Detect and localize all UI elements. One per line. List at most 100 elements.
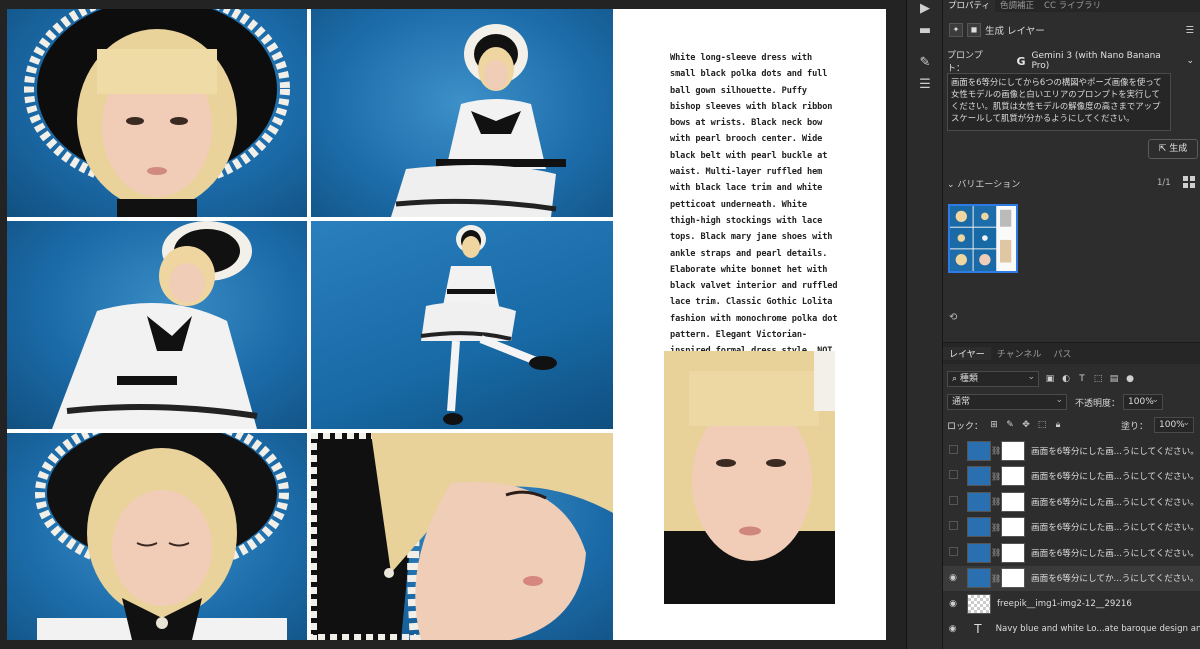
lock-position-icon[interactable]: ✥ xyxy=(1021,420,1031,430)
link-icon[interactable]: ⛓ xyxy=(991,523,1001,532)
blend-row: 通常 不透明度： 100% xyxy=(947,393,1194,411)
variations-header[interactable]: ⌄ バリエーション xyxy=(947,177,1020,190)
generate-label: 生成 xyxy=(1169,144,1188,154)
layer-name: 画面を6等分にした画...うにしてください。 xyxy=(1031,497,1199,508)
grid-view-icon[interactable] xyxy=(1183,176,1195,188)
comment-icon[interactable]: ▬ xyxy=(916,22,934,40)
eye-hidden-icon[interactable] xyxy=(943,496,963,508)
chevron-down-icon: ⌄ xyxy=(947,180,955,190)
image-filter-icon[interactable]: ▣ xyxy=(1045,374,1055,384)
layer-mask-thumbnail[interactable] xyxy=(1001,440,1025,461)
layer-name: 画面を6等分にしてか...うにしてください。 xyxy=(1031,574,1199,584)
layer-thumbnail xyxy=(967,542,991,563)
lock-transparent-icon[interactable]: ⊞ xyxy=(989,420,999,430)
layer-mask-thumbnail[interactable] xyxy=(1001,568,1025,588)
layer-thumbnail xyxy=(967,568,991,588)
layer-row[interactable]: ⛓ 画面を6等分にした画...うにしてください。 xyxy=(943,515,1200,540)
type-filter-icon[interactable]: T xyxy=(1077,374,1087,384)
layer-row[interactable]: ⛓ 画面を6等分にした画...うにしてください。 xyxy=(943,540,1200,565)
layer-kind-select[interactable]: ⌕ 種類 xyxy=(947,370,1039,387)
layer-name: 画面を6等分にした画...うにしてください。 xyxy=(1031,523,1199,533)
photo-profile-closeup xyxy=(311,433,613,640)
layer-filter-row: ⌕ 種類 ▣ ◐ T ⬚ ▤ ● xyxy=(947,370,1194,388)
photo-portrait-closeup xyxy=(7,9,307,217)
variations-label: バリエーション xyxy=(957,180,1021,190)
opacity-input[interactable]: 100% xyxy=(1123,393,1164,410)
outfit-prompt-text: White long-sleeve dress with small black… xyxy=(670,53,838,389)
layer-mask-thumbnail[interactable] xyxy=(1001,491,1025,512)
layer-row[interactable]: ◉ ⛓ 画面を6等分にしてか...うにしてください。 xyxy=(943,565,1200,591)
generative-layer-label: 生成 レイヤー xyxy=(985,26,1045,37)
document-canvas[interactable]: White long-sleeve dress with small black… xyxy=(7,9,886,640)
model-name: Gemini 3 (with Nano Banana Pro) xyxy=(1031,51,1161,71)
eye-icon[interactable]: ◉ xyxy=(943,573,963,583)
eye-hidden-icon[interactable] xyxy=(943,547,963,559)
layer-name: freepik__img1-img2-12__29216 xyxy=(997,598,1132,609)
link-icon[interactable]: ⛓ xyxy=(991,574,1001,583)
tab-paths[interactable]: パス xyxy=(1047,347,1077,360)
text-layer-icon: T xyxy=(974,622,982,636)
link-icon[interactable]: ⛓ xyxy=(991,472,1001,481)
layer-thumbnail xyxy=(967,440,991,461)
layers-tabs: レイヤー チャンネル パス xyxy=(943,342,1200,364)
layer-mask-thumbnail[interactable] xyxy=(1001,517,1025,537)
layer-row[interactable]: ◉ T Navy blue and white Lo...ate baroque d… xyxy=(943,617,1200,642)
eye-hidden-icon[interactable] xyxy=(943,445,963,457)
link-icon[interactable]: ⛓ xyxy=(991,446,1001,455)
layer-thumbnail xyxy=(967,491,991,512)
adjust-icon[interactable]: ☰ xyxy=(916,76,934,94)
eye-icon[interactable]: ◉ xyxy=(943,599,963,609)
fill-input[interactable]: 100% xyxy=(1154,416,1194,433)
layer-name: 画面を6等分にした画...うにしてください。 xyxy=(1031,548,1199,559)
link-icon[interactable]: ⛓ xyxy=(991,548,1001,557)
tab-cc-libraries[interactable]: CC ライブラリ xyxy=(1039,0,1106,12)
tab-layers[interactable]: レイヤー xyxy=(943,347,991,360)
lock-pixels-icon[interactable]: ✎ xyxy=(1005,420,1015,430)
layer-name: 画面を6等分にした画...うにしてください。 xyxy=(1031,446,1199,457)
generative-layer-row: ✦ ◼ 生成 レイヤー ☰ xyxy=(949,20,1194,40)
generate-button[interactable]: ⇱ 生成 xyxy=(1148,139,1198,159)
model-select[interactable]: G Gemini 3 (with Nano Banana Pro) ⌄ xyxy=(1016,51,1194,71)
blend-mode-select[interactable]: 通常 xyxy=(947,393,1067,410)
layer-thumbnail xyxy=(967,517,991,537)
filter-toggle-icon[interactable]: ● xyxy=(1125,374,1135,384)
lock-artboard-icon[interactable]: ⬚ xyxy=(1037,420,1047,430)
fill-label: 塗り： xyxy=(1120,421,1148,432)
tool-strip: ▶ ▬ ✎ ☰ xyxy=(906,0,942,649)
layer-thumbnail xyxy=(967,593,991,614)
tab-channels[interactable]: チャンネル xyxy=(991,347,1048,360)
layer-row[interactable]: ⛓ 画面を6等分にした画...うにしてください。 xyxy=(943,464,1200,489)
adjustment-filter-icon[interactable]: ◐ xyxy=(1061,374,1071,384)
eye-icon[interactable]: ◉ xyxy=(943,624,962,634)
layer-thumbnail xyxy=(967,466,991,486)
prompt-label: プロンプト： xyxy=(947,51,983,74)
chevron-down-icon: ⌄ xyxy=(1186,56,1194,66)
layer-name: Navy blue and white Lo...ate baroque des… xyxy=(995,624,1200,634)
smart-object-filter-icon[interactable]: ▤ xyxy=(1109,374,1119,384)
eye-hidden-icon[interactable] xyxy=(943,470,963,482)
menu-icon[interactable]: ☰ xyxy=(1185,25,1194,36)
photo-leaning-pose xyxy=(7,221,307,429)
link-icon[interactable]: ⛓ xyxy=(991,497,1001,506)
layer-row[interactable]: ⛓ 画面を6等分にした画...うにしてください。 xyxy=(943,489,1200,514)
shape-filter-icon[interactable]: ⬚ xyxy=(1093,374,1103,384)
prompt-input[interactable]: 画面を6等分にしてから6つの構図やポーズ画像を使って女性モデルの画像と白いエリア… xyxy=(947,73,1171,131)
photo-downward-gaze xyxy=(7,433,307,640)
layer-mask-thumbnail[interactable] xyxy=(1001,542,1025,563)
search-icon: ⌕ xyxy=(952,374,958,384)
mask-icon: ◼ xyxy=(967,23,981,37)
layer-mask-thumbnail[interactable] xyxy=(1001,466,1025,486)
brush-settings-icon[interactable]: ✎ xyxy=(916,54,934,72)
layer-row[interactable]: ◉ freepik__img1-img2-12__29216 xyxy=(943,591,1200,616)
lock-all-icon[interactable]: 🔒︎ xyxy=(1053,420,1063,430)
canvas-area[interactable]: White long-sleeve dress with small black… xyxy=(0,0,906,649)
play-icon[interactable]: ▶ xyxy=(916,0,934,18)
layer-row[interactable]: ⛓ 画面を6等分にした画...うにしてください。 xyxy=(943,438,1200,463)
layer-kind-value: 種類 xyxy=(959,374,978,384)
tab-adjustments[interactable]: 色調補正 xyxy=(995,0,1039,12)
tab-properties[interactable]: プロパティ xyxy=(943,0,995,12)
eye-hidden-icon[interactable] xyxy=(943,521,963,533)
variation-thumbnail[interactable] xyxy=(948,204,1018,273)
history-icon[interactable]: ⟲ xyxy=(949,312,957,323)
properties-panel: プロパティ 色調補正 CC ライブラリ ✦ ◼ 生成 レイヤー ☰ プロンプト：… xyxy=(942,0,1200,649)
